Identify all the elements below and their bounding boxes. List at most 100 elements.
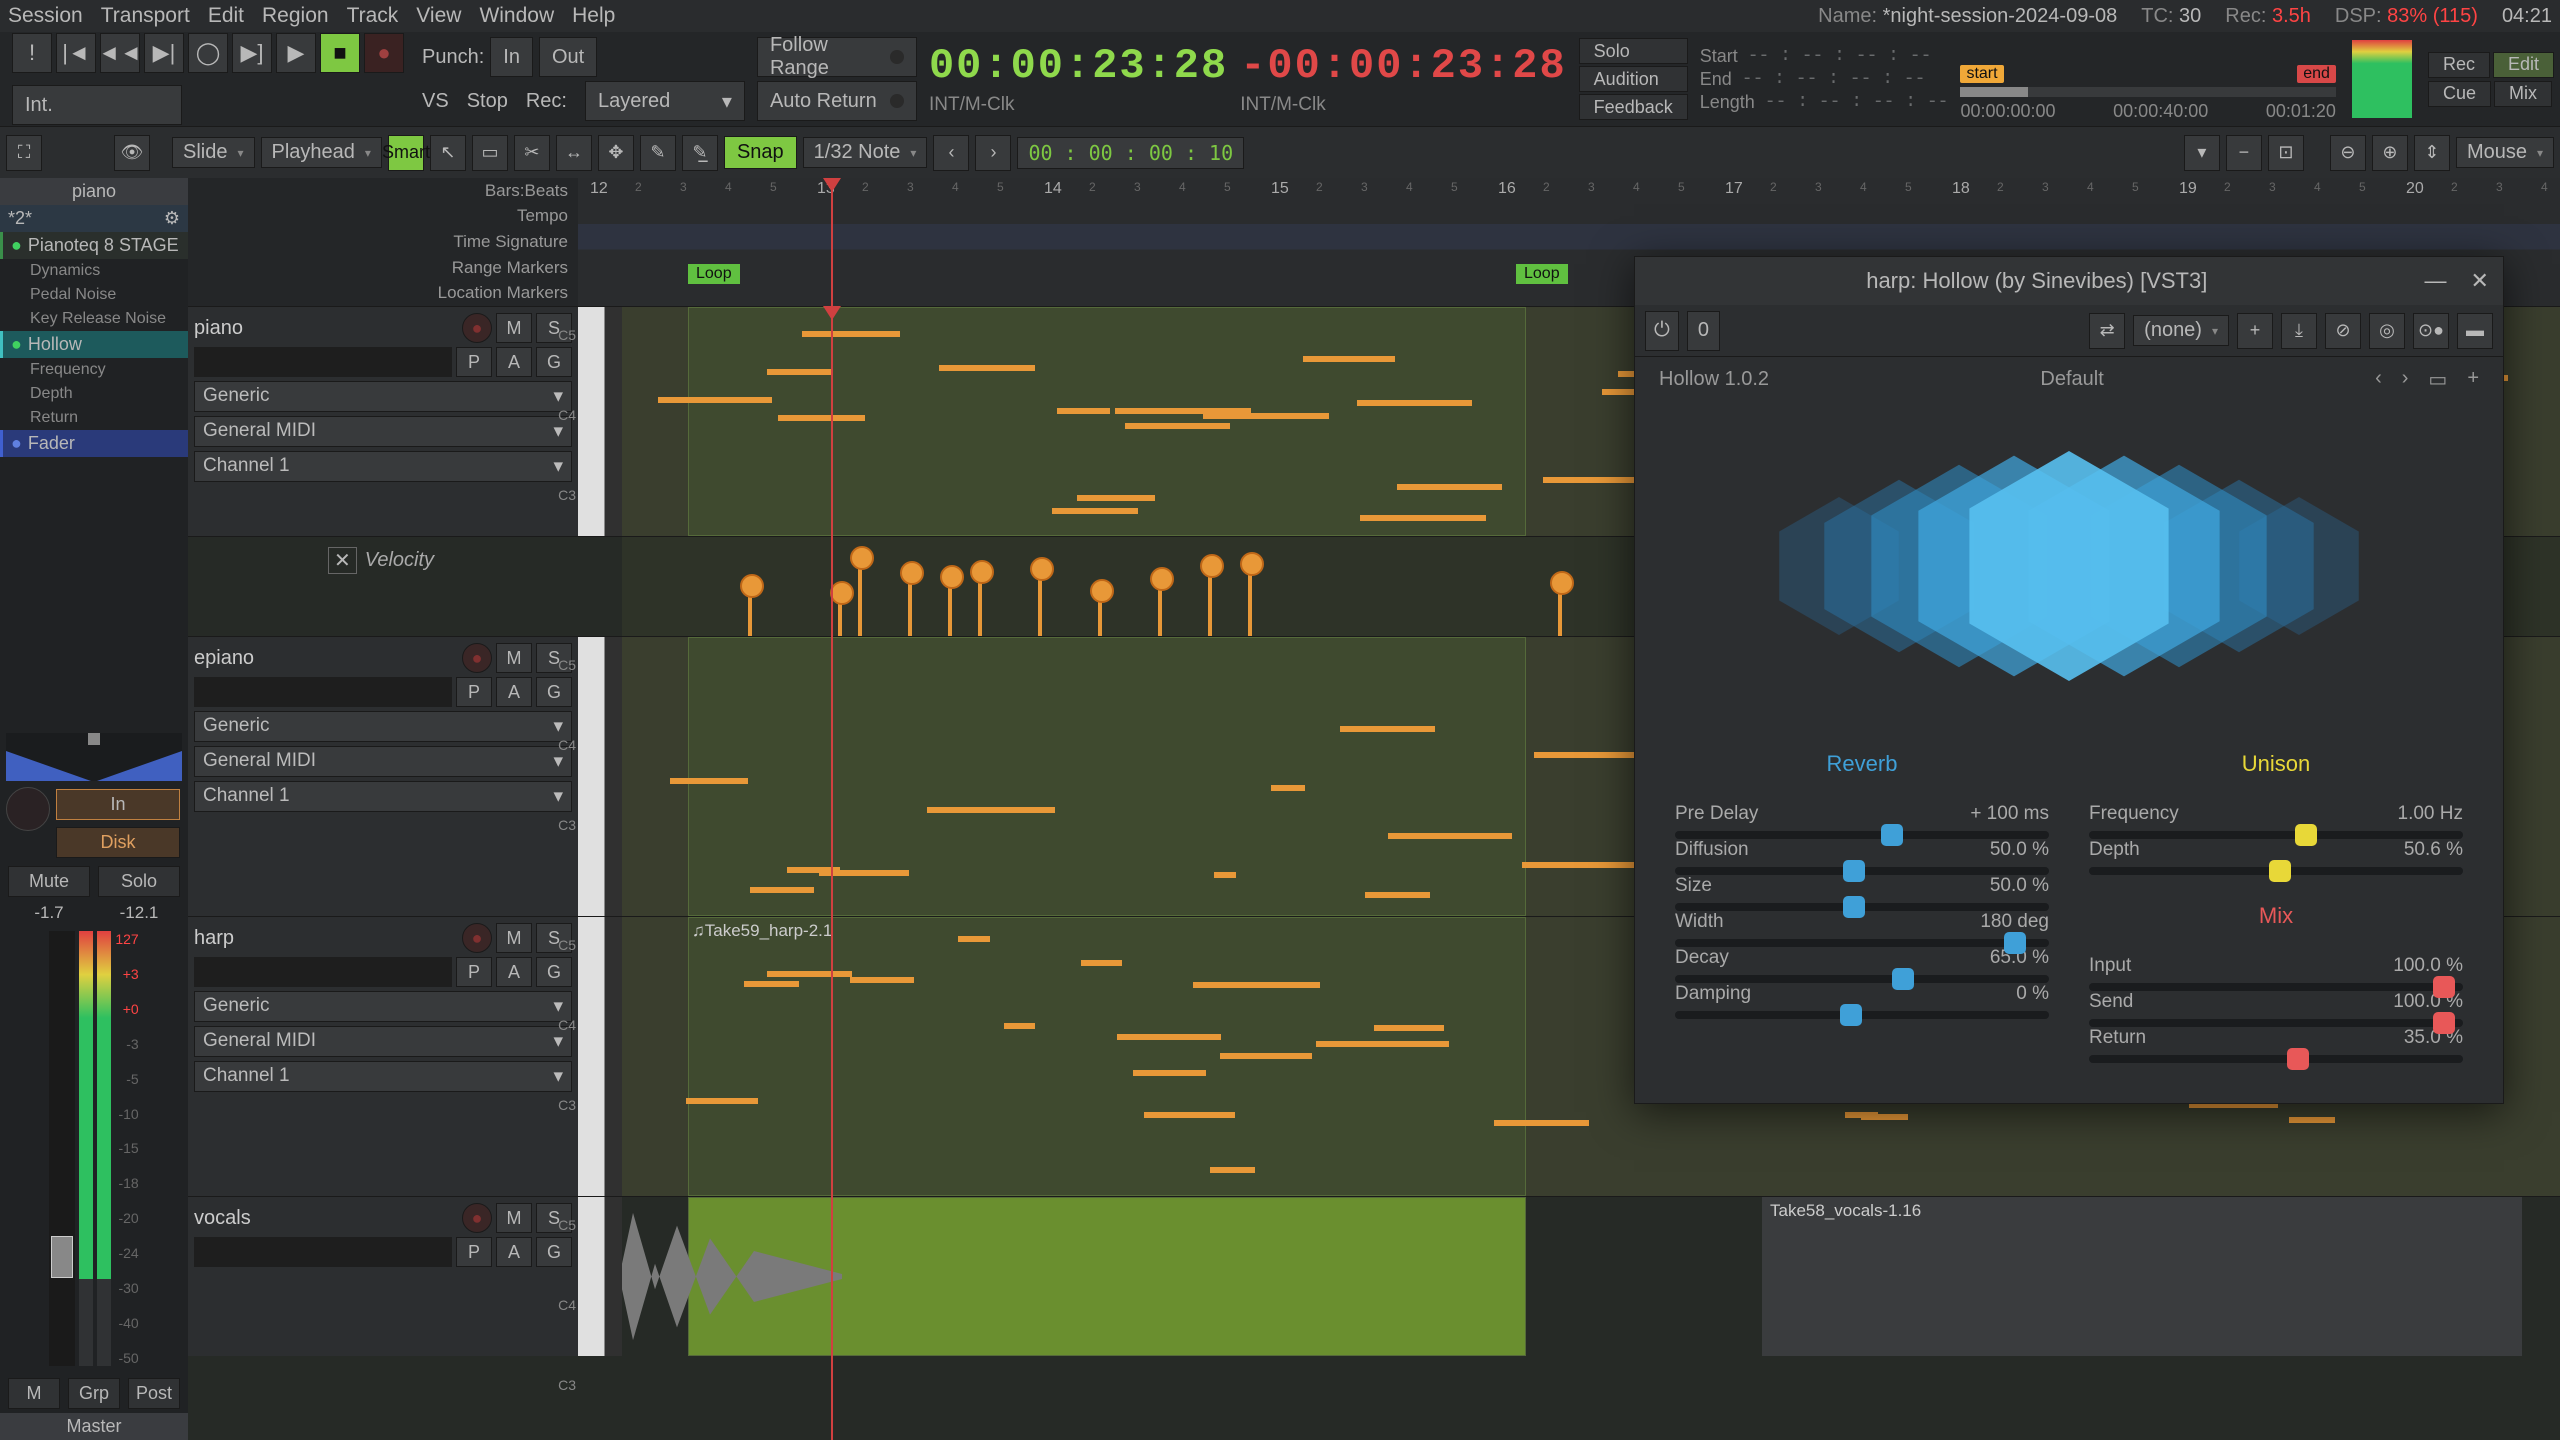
draw-tool[interactable]: ✎: [640, 135, 676, 171]
vs-label[interactable]: VS: [422, 90, 449, 113]
track-name[interactable]: epiano: [194, 647, 458, 670]
close-icon[interactable]: ✕: [2471, 268, 2489, 294]
mute-button[interactable]: Mute: [8, 866, 90, 897]
track-mute-button[interactable]: M: [496, 643, 532, 673]
snap-toggle[interactable]: Snap: [724, 136, 797, 169]
object-tool[interactable]: ↖: [430, 135, 466, 171]
punch-in-button[interactable]: In: [490, 37, 533, 77]
zoom-out-v-icon[interactable]: ⊖: [2330, 135, 2366, 171]
secondary-clock[interactable]: -00:00:23:28: [1240, 42, 1566, 90]
playhead[interactable]: [831, 178, 833, 306]
goto-start-button[interactable]: |◄: [56, 33, 96, 73]
zoom-in-h-icon[interactable]: ⊡: [2268, 135, 2304, 171]
ctrl-pedal[interactable]: Pedal Noise: [0, 283, 188, 307]
sync-src-2[interactable]: INT/M-Clk: [1240, 94, 1566, 116]
track-g-button[interactable]: G: [536, 677, 572, 707]
bypass-button[interactable]: ⏻: [1645, 311, 1679, 351]
smart-tool[interactable]: Smart: [388, 135, 424, 171]
nudge-fwd-button[interactable]: ›: [975, 135, 1011, 171]
peak-db[interactable]: -12.1: [96, 903, 182, 923]
rec-tab[interactable]: Rec: [2428, 52, 2490, 78]
monitor-in-button[interactable]: [6, 787, 50, 831]
track-rec-button[interactable]: ●: [462, 1203, 492, 1233]
strip-comment[interactable]: *2*: [8, 208, 32, 229]
track-rec-button[interactable]: ●: [462, 643, 492, 673]
track-p-button[interactable]: P: [456, 1237, 492, 1267]
edit-mode-select[interactable]: Slide▾: [172, 137, 255, 168]
pin-icon[interactable]: ⇄: [2089, 313, 2125, 349]
midi-panic-button[interactable]: !: [12, 33, 52, 73]
minimize-icon[interactable]: —: [2425, 268, 2447, 294]
track-channel-select[interactable]: Channel 1▾: [194, 1061, 572, 1092]
sel-len-val[interactable]: -- : -- : -- : --: [1765, 92, 1949, 113]
param-slider[interactable]: [2089, 1019, 2463, 1027]
stretch-tool[interactable]: ↔: [556, 135, 592, 171]
param-slider[interactable]: [2089, 983, 2463, 991]
track-header-harp[interactable]: harp ● M S P A G Generic▾ General MIDI▾ …: [188, 917, 578, 1196]
mon-in-button[interactable]: In: [56, 789, 180, 820]
sel-end-val[interactable]: -- : -- : -- : --: [1742, 69, 1926, 90]
track-rec-button[interactable]: ●: [462, 313, 492, 343]
stop-button[interactable]: ■: [320, 33, 360, 73]
ctrl-return[interactable]: Return: [0, 406, 188, 430]
next-preset-icon[interactable]: ›: [2402, 367, 2409, 392]
rec-mode-select[interactable]: Layered▾: [585, 81, 745, 121]
marker-start[interactable]: start: [1960, 65, 2003, 83]
latency-icon[interactable]: ⊙●: [2413, 313, 2449, 349]
track-channel-select[interactable]: Channel 1▾: [194, 781, 572, 812]
punch-out-button[interactable]: Out: [539, 37, 597, 77]
play-range-button[interactable]: ▶]: [232, 33, 272, 73]
track-rec-button[interactable]: ●: [462, 923, 492, 953]
param-slider[interactable]: [2089, 1055, 2463, 1063]
nudge-back-button[interactable]: ‹: [933, 135, 969, 171]
snap-div-select[interactable]: 1/32 Note▾: [803, 137, 928, 168]
expand-icon[interactable]: ⛶: [6, 135, 42, 171]
fader-slot[interactable]: ●Fader: [0, 430, 188, 457]
track-g-button[interactable]: G: [536, 347, 572, 377]
solo-alert[interactable]: Solo: [1579, 38, 1688, 64]
strip-name[interactable]: piano: [0, 178, 188, 205]
show-mixer-icon[interactable]: 👁: [114, 135, 150, 171]
plugin-hollow[interactable]: ●Hollow: [0, 331, 188, 358]
menu-track[interactable]: Track: [347, 4, 399, 28]
panner[interactable]: L R: [6, 733, 182, 781]
cue-tab[interactable]: Cue: [2428, 81, 2491, 107]
track-a-button[interactable]: A: [496, 677, 532, 707]
menu-view[interactable]: View: [416, 4, 461, 28]
zoom-in-v-icon[interactable]: ⊕: [2372, 135, 2408, 171]
preset-select[interactable]: (none)▾: [2133, 315, 2229, 346]
keyboard-icon[interactable]: ▬: [2457, 313, 2493, 349]
zoom-preset-icon[interactable]: ▾: [2184, 135, 2220, 171]
param-slider[interactable]: [2089, 831, 2463, 839]
contents-tool[interactable]: ✎̲: [682, 135, 718, 171]
grp-button[interactable]: Grp: [68, 1378, 120, 1409]
mix-tab[interactable]: Mix: [2494, 81, 2552, 107]
automation-icon[interactable]: ◎: [2369, 313, 2405, 349]
follow-range-select[interactable]: Follow Range: [757, 37, 917, 77]
param-slider[interactable]: [2089, 867, 2463, 875]
keyboard-strip[interactable]: C5C4C3: [578, 637, 622, 916]
gain-db[interactable]: -1.7: [6, 903, 92, 923]
sel-start-val[interactable]: -- : -- : -- : --: [1748, 46, 1932, 67]
plugin-preset-name[interactable]: Default: [2040, 368, 2103, 391]
track-name[interactable]: vocals: [194, 1207, 458, 1230]
zoom-out-h-icon[interactable]: −: [2226, 135, 2262, 171]
add-preset-icon[interactable]: +: [2237, 313, 2273, 349]
cut-tool[interactable]: ✂: [514, 135, 550, 171]
track-p-button[interactable]: P: [456, 957, 492, 987]
track-gm-select[interactable]: General MIDI▾: [194, 746, 572, 777]
track-a-button[interactable]: A: [496, 347, 532, 377]
track-header-epiano[interactable]: epiano ● M S P A G Generic▾ General MIDI…: [188, 637, 578, 916]
loop-end-marker[interactable]: Loop: [1516, 264, 1568, 284]
track-generic-select[interactable]: Generic▾: [194, 381, 572, 412]
track-a-button[interactable]: A: [496, 1237, 532, 1267]
play-button[interactable]: ▶|: [144, 33, 184, 73]
track-gm-select[interactable]: General MIDI▾: [194, 416, 572, 447]
track-mute-button[interactable]: M: [496, 923, 532, 953]
auto-return-select[interactable]: Auto Return: [757, 81, 917, 121]
param-slider[interactable]: [1675, 831, 2049, 839]
menu-help[interactable]: Help: [572, 4, 615, 28]
feedback-alert[interactable]: Feedback: [1579, 94, 1688, 120]
menu-transport[interactable]: Transport: [101, 4, 190, 28]
param-slider[interactable]: [1675, 939, 2049, 947]
